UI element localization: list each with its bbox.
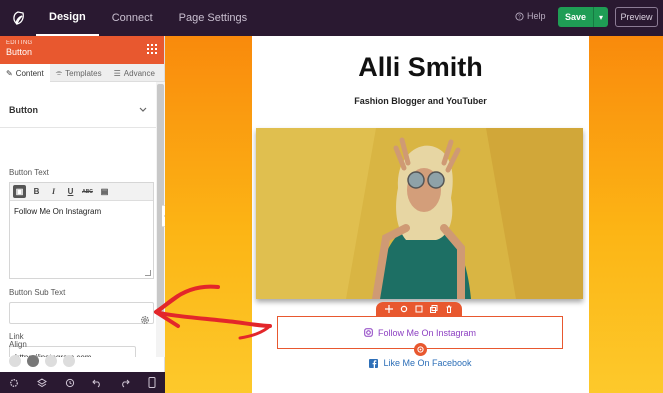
tab-advance-label: Advance <box>123 68 155 78</box>
editor-sidebar: EDITING Button ✎ Content ⌯ Templates ☰ A… <box>0 36 165 393</box>
align-options <box>9 354 154 368</box>
button-section-header[interactable]: Button <box>0 92 156 128</box>
align-right-option[interactable] <box>45 355 57 367</box>
scrollbar-thumb[interactable] <box>157 84 164 314</box>
move-icon[interactable] <box>385 305 394 314</box>
save-button[interactable]: Save ▾ <box>558 7 608 27</box>
sidebar-bottom-bar <box>0 372 165 393</box>
block-toolbar <box>376 302 462 316</box>
align-center-option[interactable] <box>27 355 39 367</box>
tab-templates-label: Templates <box>65 68 102 78</box>
sub-text-input[interactable] <box>9 302 154 324</box>
sliders-icon: ☰ <box>113 68 121 78</box>
heading-name[interactable]: Alli Smith <box>252 52 589 83</box>
editing-label: EDITING <box>6 40 33 46</box>
instagram-button-label: Follow Me On Instagram <box>377 327 477 338</box>
help-icon: ? <box>515 11 524 20</box>
tab-content[interactable]: ✎ Content <box>0 64 50 82</box>
redo-icon[interactable] <box>120 378 130 388</box>
preview-button[interactable]: Preview <box>615 7 658 27</box>
delete-trash-icon[interactable] <box>444 305 453 314</box>
grid-menu-icon[interactable] <box>147 44 157 54</box>
save-block-icon[interactable] <box>414 305 423 314</box>
duplicate-icon[interactable] <box>429 305 438 314</box>
align-icon[interactable]: ▤ <box>98 185 111 198</box>
facebook-button[interactable]: Like Me On Facebook <box>252 358 589 368</box>
underline-button[interactable]: U <box>64 185 77 198</box>
align-left-option[interactable] <box>9 355 21 367</box>
add-media-icon[interactable]: ▣ <box>13 185 26 198</box>
button-text-label: Button Text <box>9 168 49 177</box>
sidebar-header: EDITING Button <box>0 36 164 64</box>
profile-photo[interactable] <box>256 128 583 299</box>
mobile-preview-icon[interactable] <box>148 377 156 388</box>
resize-handle-icon[interactable] <box>145 270 151 276</box>
help-link[interactable]: ? Help <box>515 11 546 21</box>
align-full-option[interactable] <box>63 355 75 367</box>
tab-design[interactable]: Design <box>36 0 99 36</box>
save-dropdown-caret-icon[interactable]: ▾ <box>594 7 608 27</box>
undo-icon[interactable] <box>92 378 102 388</box>
section-title: Button <box>9 104 38 115</box>
strikethrough-button[interactable]: ABC <box>81 185 94 198</box>
tab-templates[interactable]: ⌯ Templates <box>50 64 108 82</box>
facebook-icon <box>369 358 379 368</box>
facebook-button-label: Like Me On Facebook <box>383 358 472 368</box>
layers-icon[interactable] <box>36 377 47 388</box>
save-label[interactable]: Save <box>558 7 594 27</box>
brush-icon: ⌯ <box>55 68 63 77</box>
svg-text:?: ? <box>518 14 521 20</box>
help-label: Help <box>527 11 546 21</box>
settings-gear-icon[interactable] <box>9 378 19 388</box>
instagram-icon <box>364 328 373 337</box>
editor-toolbar: ▣ B I U ABC ▤ <box>10 183 153 201</box>
pencil-icon: ✎ <box>6 68 13 78</box>
bold-button[interactable]: B <box>30 185 43 198</box>
button-text-editor[interactable]: ▣ B I U ABC ▤ Follow Me On Instagram <box>9 182 154 279</box>
sidebar-tabs: ✎ Content ⌯ Templates ☰ Advance <box>0 64 164 82</box>
sub-text-label: Button Sub Text <box>9 288 66 297</box>
tab-connect[interactable]: Connect <box>99 0 166 36</box>
tab-page-settings[interactable]: Page Settings <box>166 0 261 36</box>
block-settings-gear-icon[interactable] <box>400 305 409 314</box>
italic-button[interactable]: I <box>47 185 60 198</box>
button-text-value[interactable]: Follow Me On Instagram <box>10 201 153 222</box>
align-label: Align <box>9 340 27 349</box>
sidebar-body: Button Button Text ▣ B I U ABC ▤ Follow … <box>0 82 156 357</box>
tab-content-label: Content <box>15 68 44 78</box>
add-block-icon[interactable] <box>414 343 427 356</box>
subheading-tagline[interactable]: Fashion Blogger and YouTuber <box>252 96 589 106</box>
chevron-down-icon <box>139 107 147 112</box>
history-icon[interactable] <box>65 378 75 388</box>
block-title: Button <box>6 47 33 57</box>
seedprod-logo-icon[interactable] <box>0 0 36 36</box>
tab-advance[interactable]: ☰ Advance <box>108 64 161 82</box>
link-settings-gear-icon[interactable] <box>136 309 154 331</box>
